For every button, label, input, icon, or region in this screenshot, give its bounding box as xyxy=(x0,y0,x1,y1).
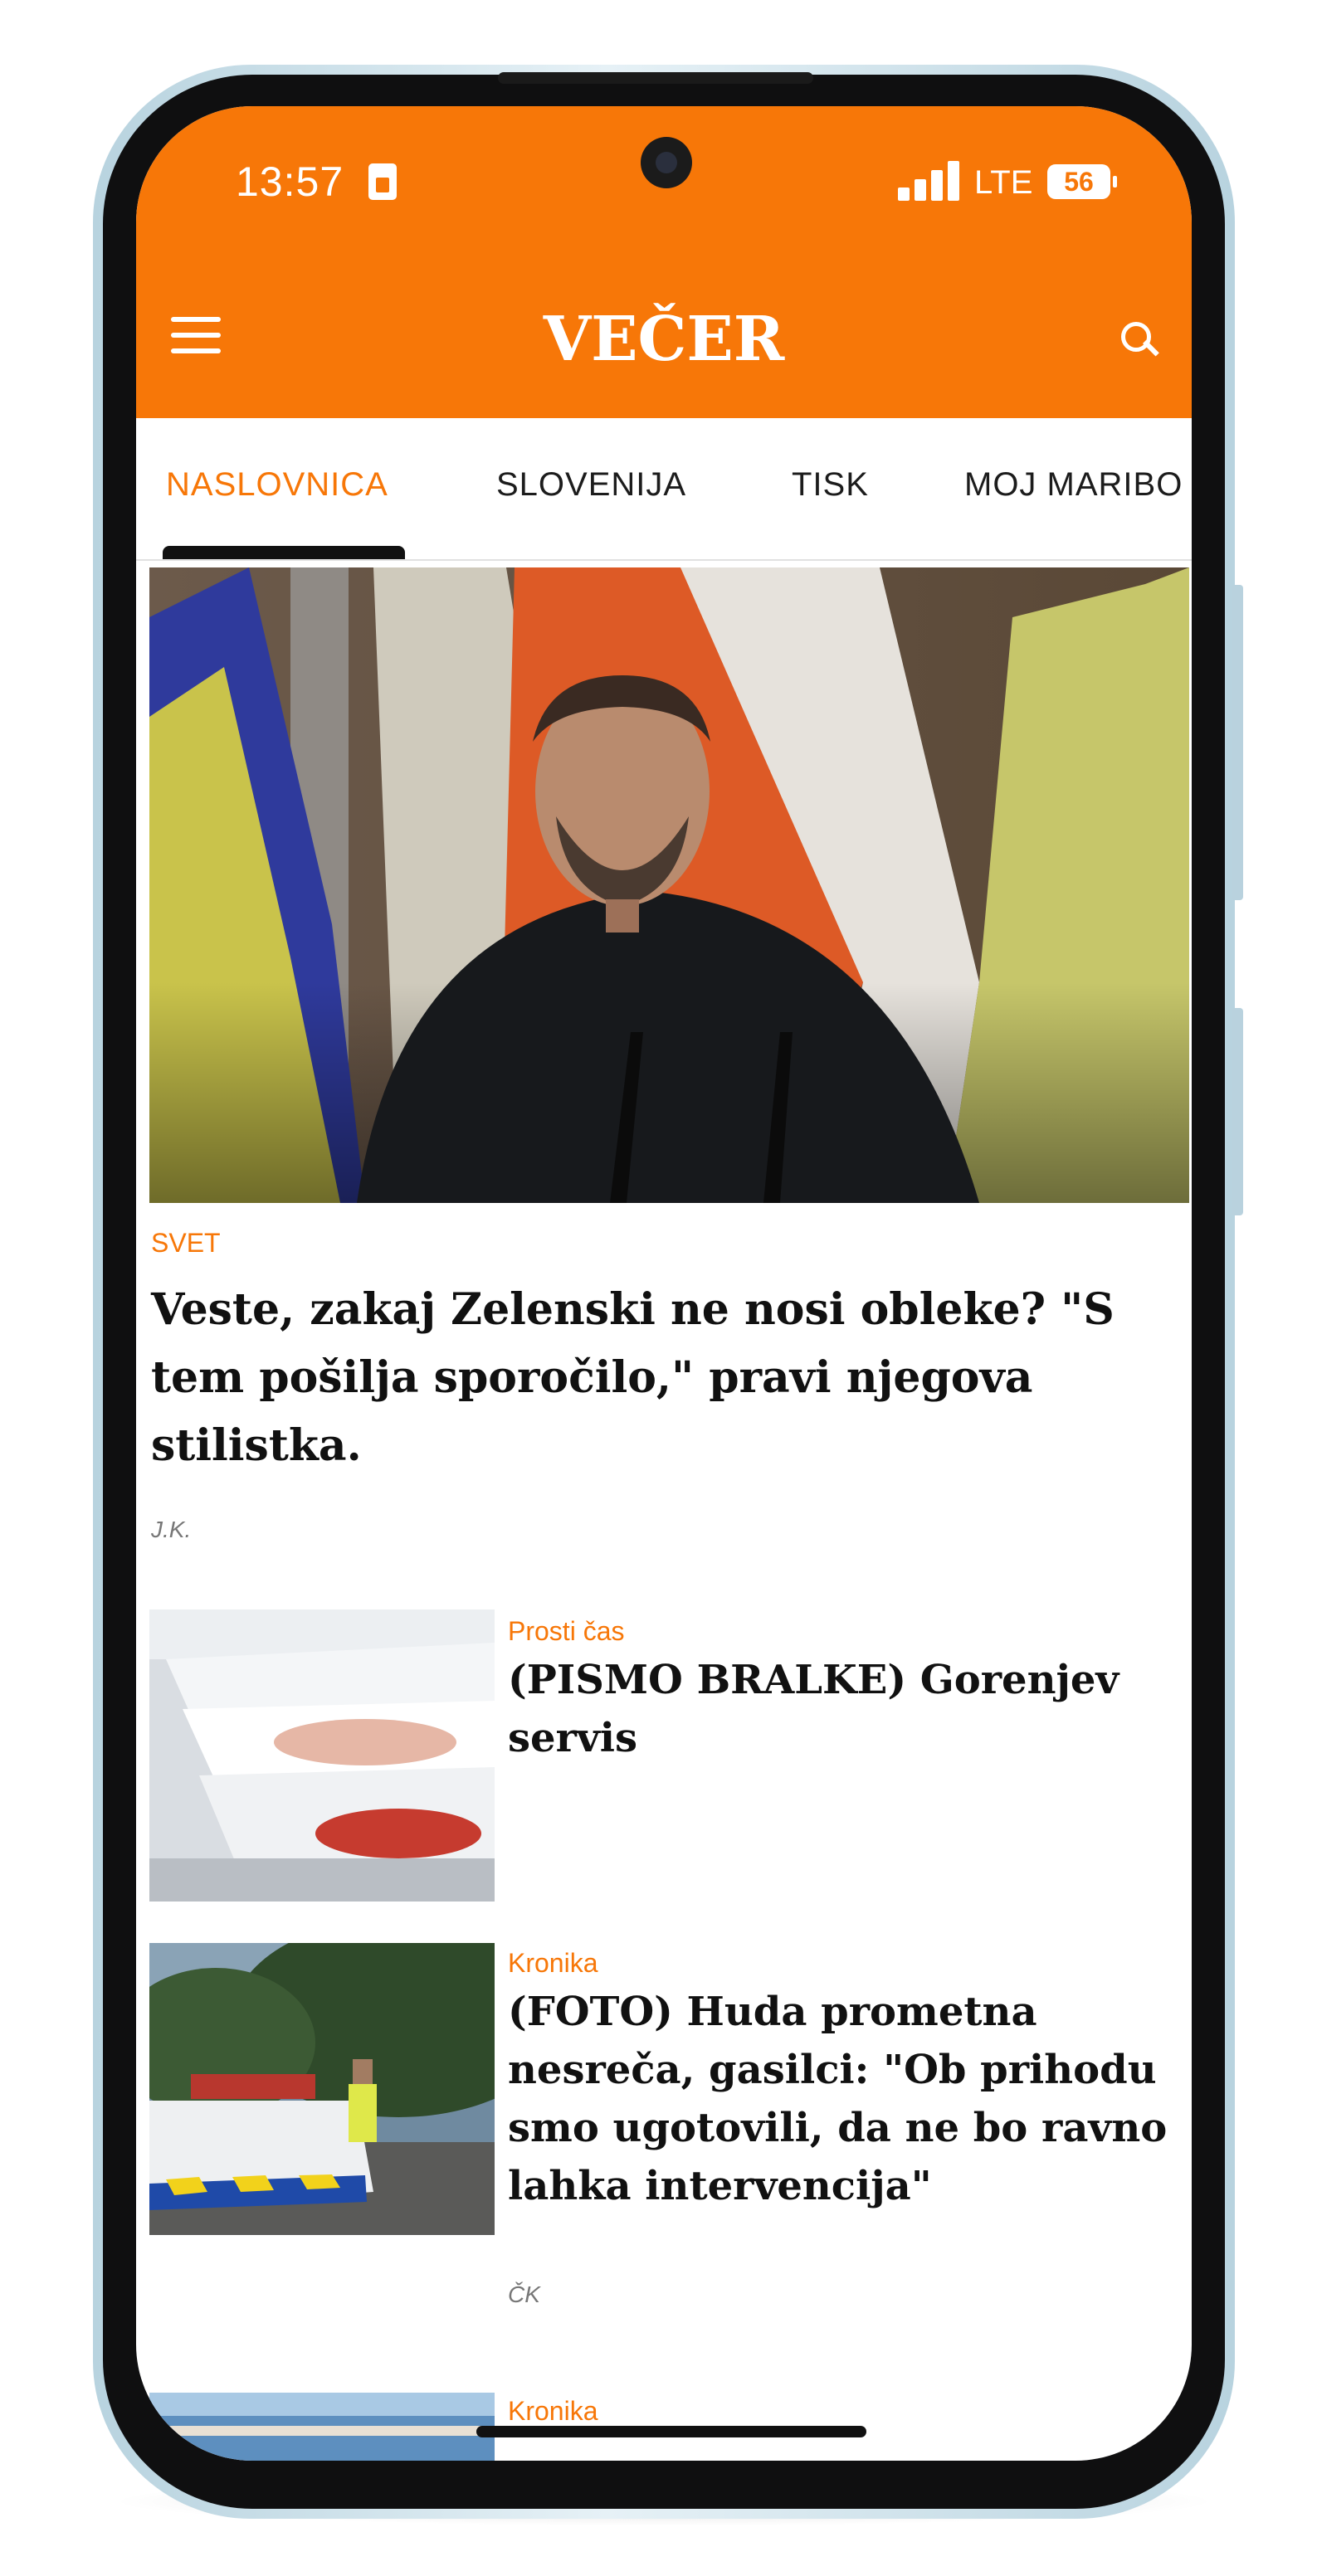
battery-icon: 56 xyxy=(1047,164,1117,199)
sim-card-icon xyxy=(368,163,397,200)
hero-author: J.K. xyxy=(151,1517,192,1542)
section-tabs: NASLOVNICA SLOVENIJA TISK MOJ MARIBO xyxy=(136,418,1192,561)
active-tab-indicator xyxy=(163,546,405,559)
hero-image[interactable] xyxy=(149,567,1189,1203)
article-2-category[interactable]: Kronika xyxy=(508,1948,598,1979)
front-camera xyxy=(641,137,692,188)
article-thumbnail-freezer[interactable] xyxy=(149,1609,495,1902)
article-thumbnail-police[interactable] xyxy=(149,1943,495,2235)
phone-screen: 13:57 LTE 56 VEČER NASLOVNICA SLOVENIJA … xyxy=(136,106,1192,2461)
volume-button xyxy=(1232,585,1243,900)
battery-level: 56 xyxy=(1064,167,1094,197)
hero-headline[interactable]: Veste, zakaj Zelenski ne nosi obleke? "S… xyxy=(151,1276,1180,1480)
article-2-headline[interactable]: (FOTO) Huda prometna nesreča, gasilci: "… xyxy=(508,1983,1180,2215)
speaker-grille xyxy=(498,72,813,84)
brand-logo: VEČER xyxy=(543,304,785,375)
article-1-headline[interactable]: (PISMO BRALKE) Gorenjev servis xyxy=(508,1651,1180,1767)
network-type: LTE xyxy=(974,164,1033,201)
home-indicator[interactable] xyxy=(476,2426,866,2437)
tab-naslovnica[interactable]: NASLOVNICA xyxy=(166,466,388,504)
article-3-category[interactable]: Kronika xyxy=(508,2396,598,2427)
app-header: 13:57 LTE 56 VEČER xyxy=(136,106,1192,418)
article-1-category[interactable]: Prosti čas xyxy=(508,1616,624,1647)
search-icon[interactable] xyxy=(1121,322,1159,357)
power-button xyxy=(1232,1008,1243,1215)
status-time: 13:57 xyxy=(236,158,344,205)
tab-slovenija[interactable]: SLOVENIJA xyxy=(496,466,686,504)
article-thumbnail-sea[interactable] xyxy=(149,2393,495,2461)
signal-strength-icon xyxy=(898,159,961,201)
tab-tisk[interactable]: TISK xyxy=(792,466,869,504)
hero-category[interactable]: SVET xyxy=(151,1228,221,1259)
article-2-author: ČK xyxy=(508,2281,540,2307)
tab-moj-maribor[interactable]: MOJ MARIBO xyxy=(964,466,1183,504)
